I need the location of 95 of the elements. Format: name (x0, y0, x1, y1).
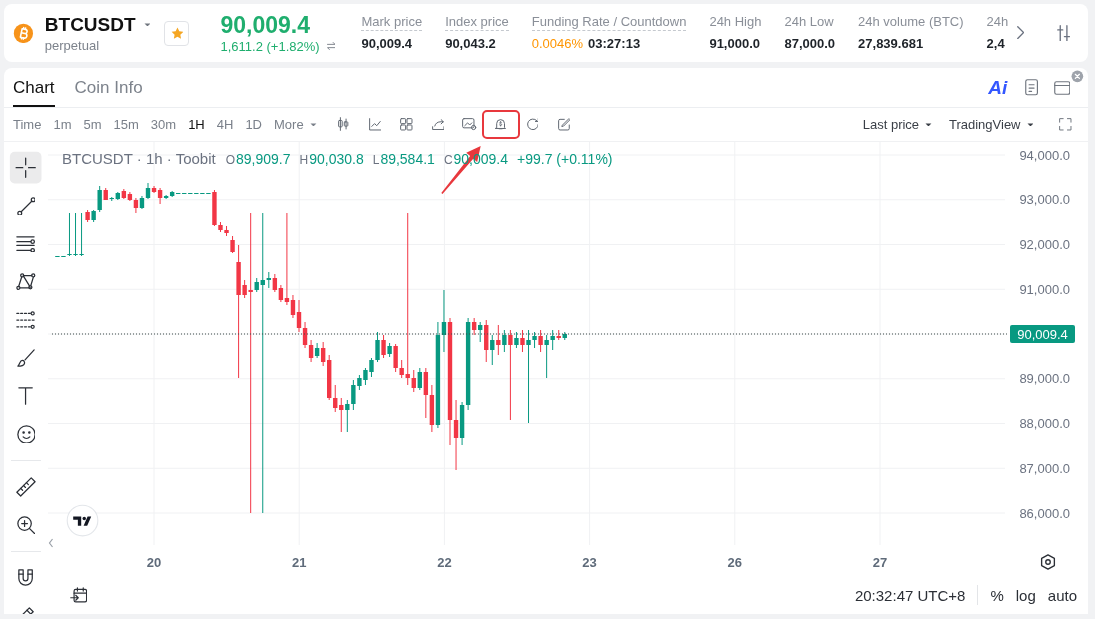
swap-icon[interactable] (326, 42, 336, 51)
text-tool-icon[interactable] (18, 387, 34, 405)
stat-value: 03:27:13 (588, 36, 641, 52)
panel-tab[interactable]: Coin Info (74, 68, 143, 107)
stat-label: 24h Low (784, 14, 834, 31)
image-icon[interactable] (462, 118, 477, 131)
smiley-icon[interactable] (16, 424, 36, 444)
chart-title: BTCUSDT · 1h · Toobit (62, 150, 216, 167)
stat-value: 27,839.681 (858, 36, 924, 52)
chevron-right-icon[interactable] (1016, 26, 1024, 40)
price-change: 1,611.2 (+1.82%) (220, 39, 320, 54)
interval-tab[interactable]: 4H (216, 117, 234, 132)
ohlc-key: C (443, 153, 453, 167)
price-source-dropdown[interactable]: Last price (862, 117, 932, 132)
grid-icon[interactable] (400, 118, 413, 131)
symbol-title[interactable]: BTCUSDT (44, 12, 136, 37)
y-axis-label: 89,000.0 (1019, 371, 1070, 387)
favorite-toggle[interactable] (164, 20, 190, 46)
line-chart-icon[interactable] (368, 118, 382, 131)
settings-icon[interactable] (1040, 554, 1056, 570)
caret-icon (925, 122, 932, 127)
interval-tab[interactable]: Time (13, 117, 42, 132)
fullscreen-icon[interactable] (1059, 118, 1072, 131)
stat-label[interactable]: Index price (445, 14, 509, 31)
candlestick-icon[interactable] (338, 117, 349, 132)
dotted-lines-icon[interactable] (16, 310, 36, 330)
ohlc-value: 89,909.7 (236, 151, 291, 167)
stat-label[interactable]: Funding Rate / Countdown (531, 14, 687, 31)
caret-icon (309, 122, 317, 127)
scale-option[interactable]: auto (1047, 586, 1077, 604)
magnet-icon[interactable] (18, 569, 34, 587)
stat-value: 91,000.0 (709, 36, 760, 52)
y-axis-label: 92,000.0 (1019, 237, 1070, 252)
interval-tab[interactable]: 15m (113, 117, 139, 132)
y-axis-label: 87,000.0 (1019, 460, 1070, 476)
y-axis-label: 88,000.0 (1019, 416, 1070, 431)
interval-tab[interactable]: 1m (53, 117, 72, 132)
interval-tab[interactable]: 30m (150, 117, 177, 132)
panel-tab[interactable]: Chart (13, 68, 55, 107)
ruler-icon[interactable] (16, 477, 36, 497)
zigzag-icon[interactable] (16, 273, 36, 291)
x-axis-label: 22 (437, 555, 452, 570)
chart-engine-dropdown[interactable]: TradingView (948, 117, 1034, 132)
caret-icon[interactable] (143, 22, 151, 27)
share-icon[interactable] (431, 118, 445, 131)
x-axis-label: 27 (872, 555, 888, 570)
crosshair-icon[interactable] (9, 151, 43, 185)
timezone-selector[interactable]: 20:32:47 UTC+8 (854, 586, 966, 604)
x-axis-label: 21 (291, 555, 307, 570)
document-icon[interactable] (1025, 79, 1039, 96)
caret-icon (1026, 122, 1034, 127)
horizontal-lines-icon[interactable] (16, 235, 36, 253)
zoom-in-icon[interactable] (16, 515, 36, 535)
last-price-label: 90,009.4 (1010, 325, 1075, 343)
stat-value: 0.0046% (531, 36, 584, 52)
stat-label: 24h volume (BTC) (858, 14, 964, 31)
stat-value: 2,4 (986, 36, 1005, 52)
bar-change: +99.7 (+0.11%) (517, 151, 613, 167)
y-axis-label: 93,000.0 (1019, 192, 1070, 208)
x-axis-label: 20 (146, 555, 162, 570)
bell-icon[interactable] (495, 118, 507, 131)
ohlc-value: 89,584.1 (380, 151, 435, 167)
chart-logo-icon[interactable] (66, 504, 100, 538)
edit-icon[interactable] (557, 118, 571, 131)
calendar-icon[interactable] (70, 587, 88, 603)
ohlc-key: O (225, 153, 235, 167)
coin-icon (13, 22, 34, 44)
last-price: 90,009.4 (220, 12, 311, 39)
stat-value: 87,000.0 (784, 36, 836, 52)
trend-line-icon[interactable] (16, 196, 36, 216)
ohlc-key: L (372, 153, 380, 167)
ai-assistant-link[interactable]: Ai (988, 76, 1008, 99)
y-axis-label: 94,000.0 (1019, 147, 1070, 163)
y-axis-label: 91,000.0 (1019, 281, 1070, 297)
stat-value: 90,009.4 (361, 36, 413, 52)
ohlc-value: 90,030.8 (309, 151, 364, 167)
scale-option[interactable]: log (1015, 586, 1036, 604)
stat-value: 90,043.2 (445, 36, 496, 52)
y-axis-label: 86,000.0 (1019, 505, 1070, 521)
interval-tab[interactable]: 5m (83, 117, 102, 132)
window-icon[interactable] (1053, 80, 1070, 95)
refresh-icon[interactable] (526, 118, 539, 131)
interval-tab[interactable]: 1H (188, 117, 205, 132)
x-axis-label: 23 (582, 555, 597, 570)
stat-label: 24h High (709, 14, 762, 31)
ohlc-key: H (299, 153, 309, 167)
interval-tab[interactable]: 1D (245, 117, 262, 132)
scale-option[interactable]: % (990, 586, 1004, 604)
more-dropdown[interactable]: More (274, 117, 317, 132)
brush-icon[interactable] (17, 349, 35, 367)
stat-label[interactable]: Mark price (361, 14, 423, 31)
contract-type-label: perpetual (44, 37, 101, 54)
x-axis-label: 26 (727, 555, 743, 570)
sliders-icon[interactable] (1056, 24, 1070, 42)
stat-label: 24h (986, 14, 1009, 31)
